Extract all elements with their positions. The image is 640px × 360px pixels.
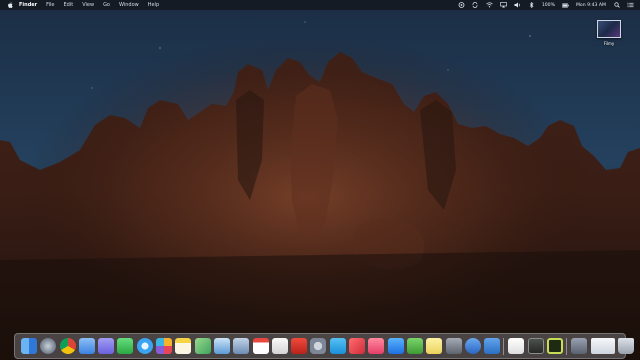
screenshot-file-icon xyxy=(597,20,621,38)
desktop: Finder File Edit View Go Window Help 100… xyxy=(0,0,640,360)
battery-percentage[interactable]: 100% xyxy=(542,3,555,8)
dock-notes-icon[interactable] xyxy=(175,338,192,354)
dock-pages-icon[interactable] xyxy=(508,338,525,354)
dock-preview-icon[interactable] xyxy=(213,338,230,354)
volume-icon[interactable] xyxy=(514,2,521,9)
notification-center-icon[interactable] xyxy=(627,2,634,9)
dock-chrome-icon[interactable] xyxy=(59,338,76,354)
dock-xcode-icon[interactable] xyxy=(233,338,250,354)
dock-terminal-icon[interactable] xyxy=(527,338,544,354)
dock-evernote-icon[interactable] xyxy=(406,338,423,354)
dock-app-store-icon[interactable] xyxy=(387,338,404,354)
dock-automator-icon[interactable] xyxy=(445,338,462,354)
dock-facetime-icon[interactable] xyxy=(117,338,134,354)
apple-logo-icon[interactable] xyxy=(7,2,13,8)
search-icon[interactable] xyxy=(613,2,620,9)
airplay-icon[interactable] xyxy=(500,2,507,9)
dock-separator xyxy=(503,337,505,355)
menu-view[interactable]: View xyxy=(82,0,94,10)
menu-bar: Finder File Edit View Go Window Help 100… xyxy=(0,0,640,10)
menu-bar-status-area: 100% Mon 9:43 AM xyxy=(451,0,634,10)
dock-news-icon[interactable] xyxy=(349,338,366,354)
desktop-icon-label: Filmy xyxy=(603,41,615,46)
dock-trello-icon[interactable] xyxy=(484,338,501,354)
dock-activity-monitor-icon[interactable] xyxy=(547,338,564,354)
menu-go[interactable]: Go xyxy=(103,0,110,10)
dock-safari-icon[interactable] xyxy=(136,338,153,354)
dock-music-icon[interactable] xyxy=(368,338,385,354)
menu-bar-clock[interactable]: Mon 9:43 AM xyxy=(576,3,606,8)
dock-stickies-icon[interactable] xyxy=(426,338,443,354)
dock-vpn-shield-icon[interactable] xyxy=(464,338,481,354)
desktop-icon-filmy[interactable]: Filmy xyxy=(592,20,626,46)
dock-system-preferences-icon[interactable] xyxy=(310,338,327,354)
dock-photos-icon[interactable] xyxy=(156,338,173,354)
dock-trash-icon[interactable] xyxy=(617,338,634,354)
creative-cloud-icon[interactable] xyxy=(458,2,465,9)
dock-launchpad-icon[interactable] xyxy=(40,338,57,354)
dock-finder-icon[interactable] xyxy=(21,338,37,354)
dock-textedit-icon[interactable] xyxy=(271,338,288,354)
battery-icon[interactable] xyxy=(562,2,569,9)
dock-separator xyxy=(566,337,568,355)
dock-mail-icon[interactable] xyxy=(78,338,95,354)
menu-edit[interactable]: Edit xyxy=(64,0,74,10)
menu-window[interactable]: Window xyxy=(119,0,139,10)
dock xyxy=(14,333,634,359)
dock-screenshots-stack-icon[interactable] xyxy=(590,338,615,354)
dock-downloads-stack-icon[interactable] xyxy=(571,338,588,354)
menu-file[interactable]: File xyxy=(46,0,54,10)
sync-icon[interactable] xyxy=(472,2,479,9)
dock-messages-icon[interactable] xyxy=(98,338,115,354)
dock-maps-icon[interactable] xyxy=(194,338,211,354)
wallpaper-rock-formation xyxy=(0,0,640,360)
dock-acrobat-icon[interactable] xyxy=(291,338,308,354)
menu-app-finder[interactable]: Finder xyxy=(19,0,37,10)
dock-skype-icon[interactable] xyxy=(329,338,346,354)
wifi-icon[interactable] xyxy=(486,2,493,9)
dock-calendar-icon[interactable] xyxy=(252,338,269,354)
menu-help[interactable]: Help xyxy=(148,0,159,10)
bluetooth-icon[interactable] xyxy=(528,2,535,9)
